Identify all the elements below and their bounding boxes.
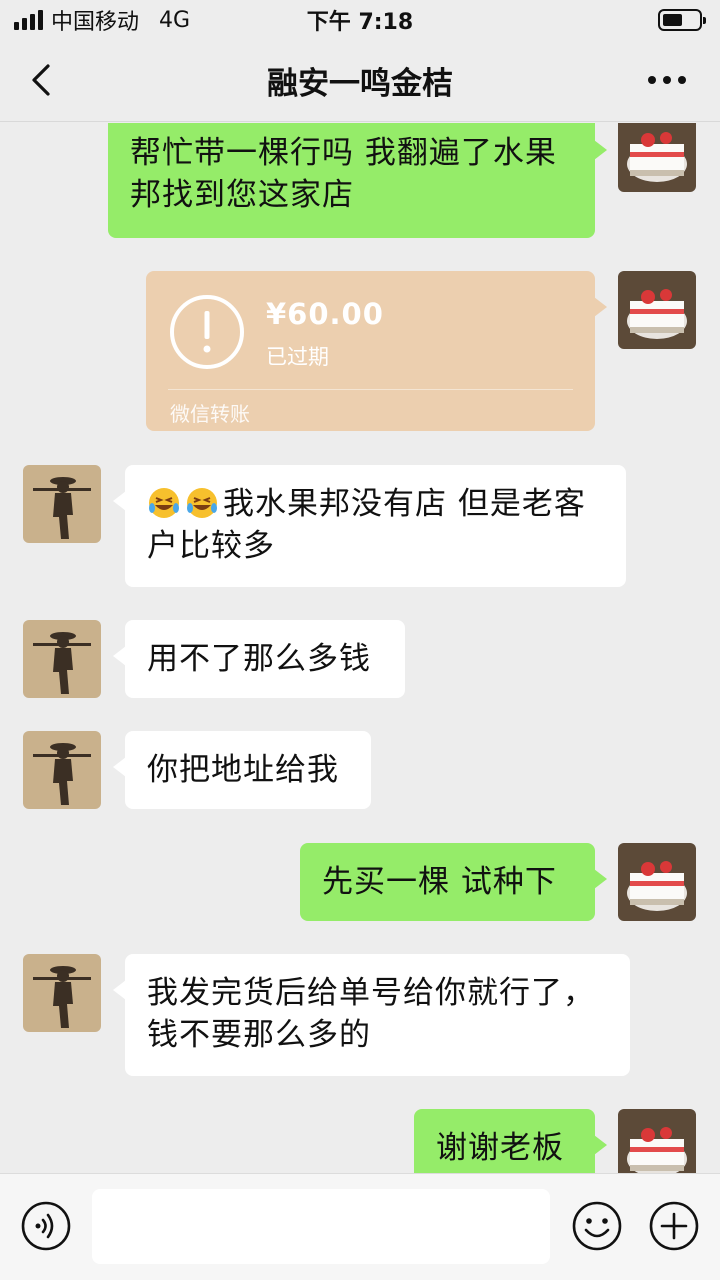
contact-avatar[interactable] — [23, 954, 101, 1032]
signal-icon — [14, 10, 43, 30]
message-text: 谢谢老板 — [436, 1130, 564, 1166]
voice-icon[interactable] — [20, 1200, 72, 1252]
more-dots-icon[interactable] — [642, 60, 692, 100]
laughing-tears-emoji-icon — [187, 488, 217, 518]
chat-title: 融安一鸣金桔 — [267, 66, 453, 102]
message-bubble-incoming[interactable]: 我发完货后给单号给你就行了，钱不要那么多的 — [113, 954, 630, 1076]
transfer-amount: ¥60.00 — [266, 297, 384, 331]
message-bubble-outgoing[interactable]: 谢谢老板 — [414, 1109, 607, 1173]
laughing-tears-emoji-icon — [149, 488, 179, 518]
exclamation-circle-icon — [170, 295, 244, 369]
message-bubble-outgoing[interactable]: 帮忙带一棵行吗 我翻遍了水果邦找到您这家店 — [108, 123, 607, 238]
status-bar: 中国移动 4G 下午 7:18 — [0, 0, 720, 40]
carrier-label: 中国移动 — [51, 10, 140, 35]
my-avatar[interactable] — [618, 271, 696, 349]
battery-level — [663, 14, 682, 26]
message-bubble-incoming[interactable]: 你把地址给我 — [113, 731, 371, 809]
contact-avatar[interactable] — [23, 465, 101, 543]
my-avatar[interactable] — [618, 1109, 696, 1173]
contact-avatar[interactable] — [23, 620, 101, 698]
status-left: 中国移动 4G — [14, 4, 190, 36]
message-bubble-incoming[interactable]: 用不了那么多钱 — [113, 620, 405, 698]
message-bubble-incoming[interactable]: 我水果邦没有店 但是老客户比较多 — [113, 465, 626, 587]
network-label: 4G — [159, 7, 191, 33]
message-input[interactable] — [92, 1189, 550, 1264]
emoji-icon[interactable] — [571, 1200, 623, 1252]
message-text: 用不了那么多钱 — [147, 641, 371, 677]
message-text: 帮忙带一棵行吗 我翻遍了水果邦找到您这家店 — [130, 135, 557, 213]
contact-avatar[interactable] — [23, 731, 101, 809]
message-text: 你把地址给我 — [147, 752, 339, 788]
battery-icon — [658, 9, 706, 31]
message-bubble-outgoing[interactable]: 先买一棵 试种下 — [300, 843, 607, 921]
transfer-status: 已过期 — [266, 345, 329, 369]
input-bar — [0, 1173, 720, 1280]
transfer-card[interactable]: ¥60.00 已过期 微信转账 — [146, 271, 607, 431]
transfer-divider — [168, 389, 573, 390]
transfer-footer: 微信转账 — [170, 402, 250, 426]
chevron-left-icon[interactable] — [24, 60, 64, 100]
my-avatar[interactable] — [618, 843, 696, 921]
my-avatar[interactable] — [618, 123, 696, 192]
message-text: 我发完货后给单号给你就行了，钱不要那么多的 — [147, 975, 595, 1053]
nav-bar: 融安一鸣金桔 — [0, 40, 720, 122]
message-text: 先买一棵 试种下 — [322, 864, 557, 900]
chat-area[interactable]: 帮忙带一棵行吗 我翻遍了水果邦找到您这家店 ¥60.00 已过期 微信转账 我水… — [0, 123, 720, 1173]
plus-icon[interactable] — [648, 1200, 700, 1252]
